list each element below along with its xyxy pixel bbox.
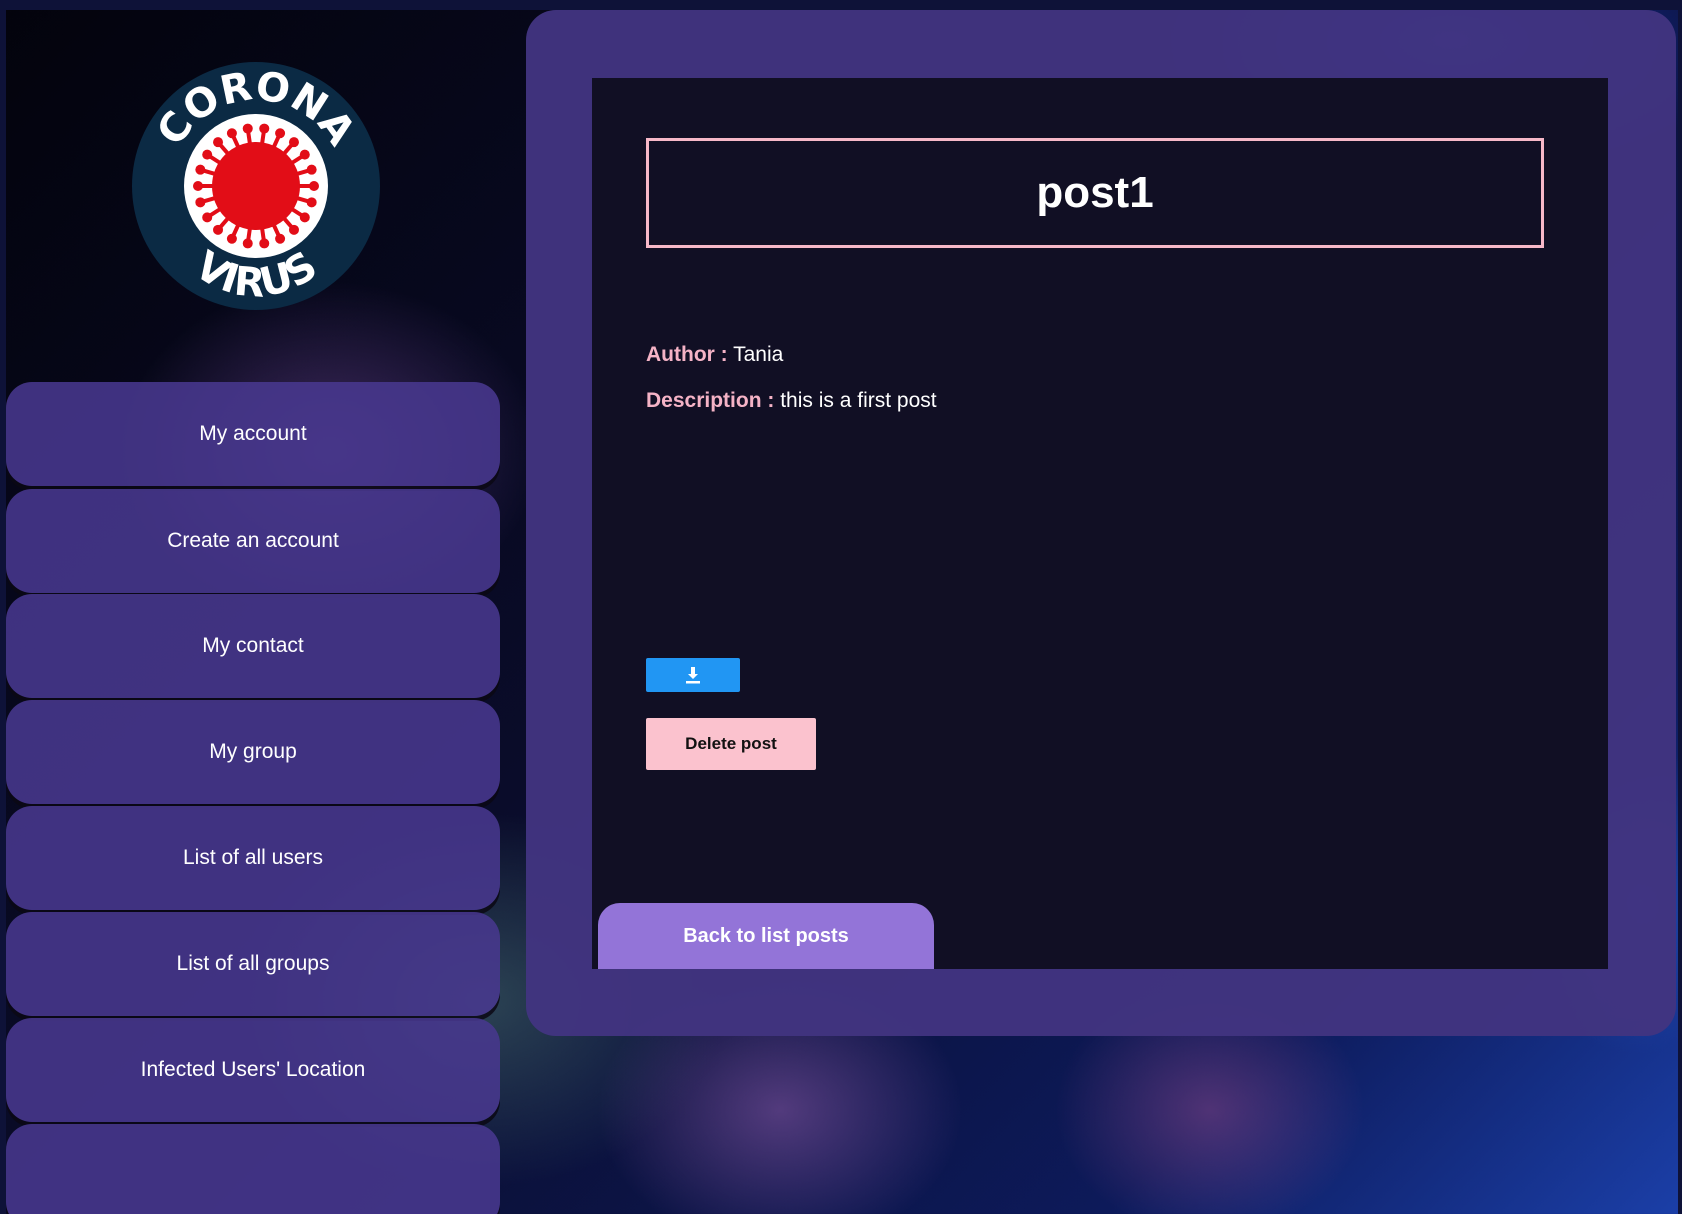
sidebar-item-my-account[interactable]: My account (6, 382, 500, 486)
author-value: Tania (733, 343, 784, 366)
post-description-line: Description : this is a first post (646, 389, 937, 413)
sidebar-item-label: List of all groups (176, 952, 330, 975)
post-title: post1 (1036, 168, 1154, 217)
sidebar-item-list-groups[interactable]: List of all groups (6, 912, 500, 1016)
sidebar-item-label: Create an account (167, 529, 339, 552)
sidebar-item-label: My account (199, 422, 307, 445)
download-button[interactable] (646, 658, 740, 692)
sidebar-item-label: List of all users (182, 846, 324, 869)
sidebar-item-my-contact[interactable]: My contact (6, 594, 500, 698)
sidebar-item-label: Infected Users' Location (140, 1058, 366, 1081)
post-card: post1 Author : Tania Description : this … (592, 78, 1608, 969)
sidebar-item-label: My group (209, 740, 297, 763)
back-to-list-label: Back to list posts (683, 924, 849, 947)
coronavirus-logo: CORONA VIRUS (132, 62, 380, 310)
sidebar-item-create-account[interactable]: Create an account (6, 489, 500, 593)
sidebar-item-label: My contact (202, 634, 304, 657)
back-to-list-button[interactable]: Back to list posts (598, 903, 934, 969)
delete-post-label: Delete post (685, 734, 777, 753)
download-icon (686, 667, 700, 684)
sidebar: CORONA VIRUS My account Create an accoun… (6, 10, 500, 1214)
post-author-line: Author : Tania (646, 343, 783, 367)
sidebar-item-list-users[interactable]: List of all users (6, 806, 500, 910)
delete-post-button[interactable]: Delete post (646, 718, 816, 770)
description-label: Description : (646, 389, 775, 412)
author-label: Author : (646, 343, 728, 366)
sidebar-item-partial[interactable] (6, 1124, 500, 1214)
post-title-box: post1 (646, 138, 1544, 248)
sidebar-item-infected-location[interactable]: Infected Users' Location (6, 1018, 500, 1122)
main-panel: post1 Author : Tania Description : this … (526, 10, 1676, 1036)
description-value: this is a first post (780, 389, 937, 412)
sidebar-item-my-group[interactable]: My group (6, 700, 500, 804)
